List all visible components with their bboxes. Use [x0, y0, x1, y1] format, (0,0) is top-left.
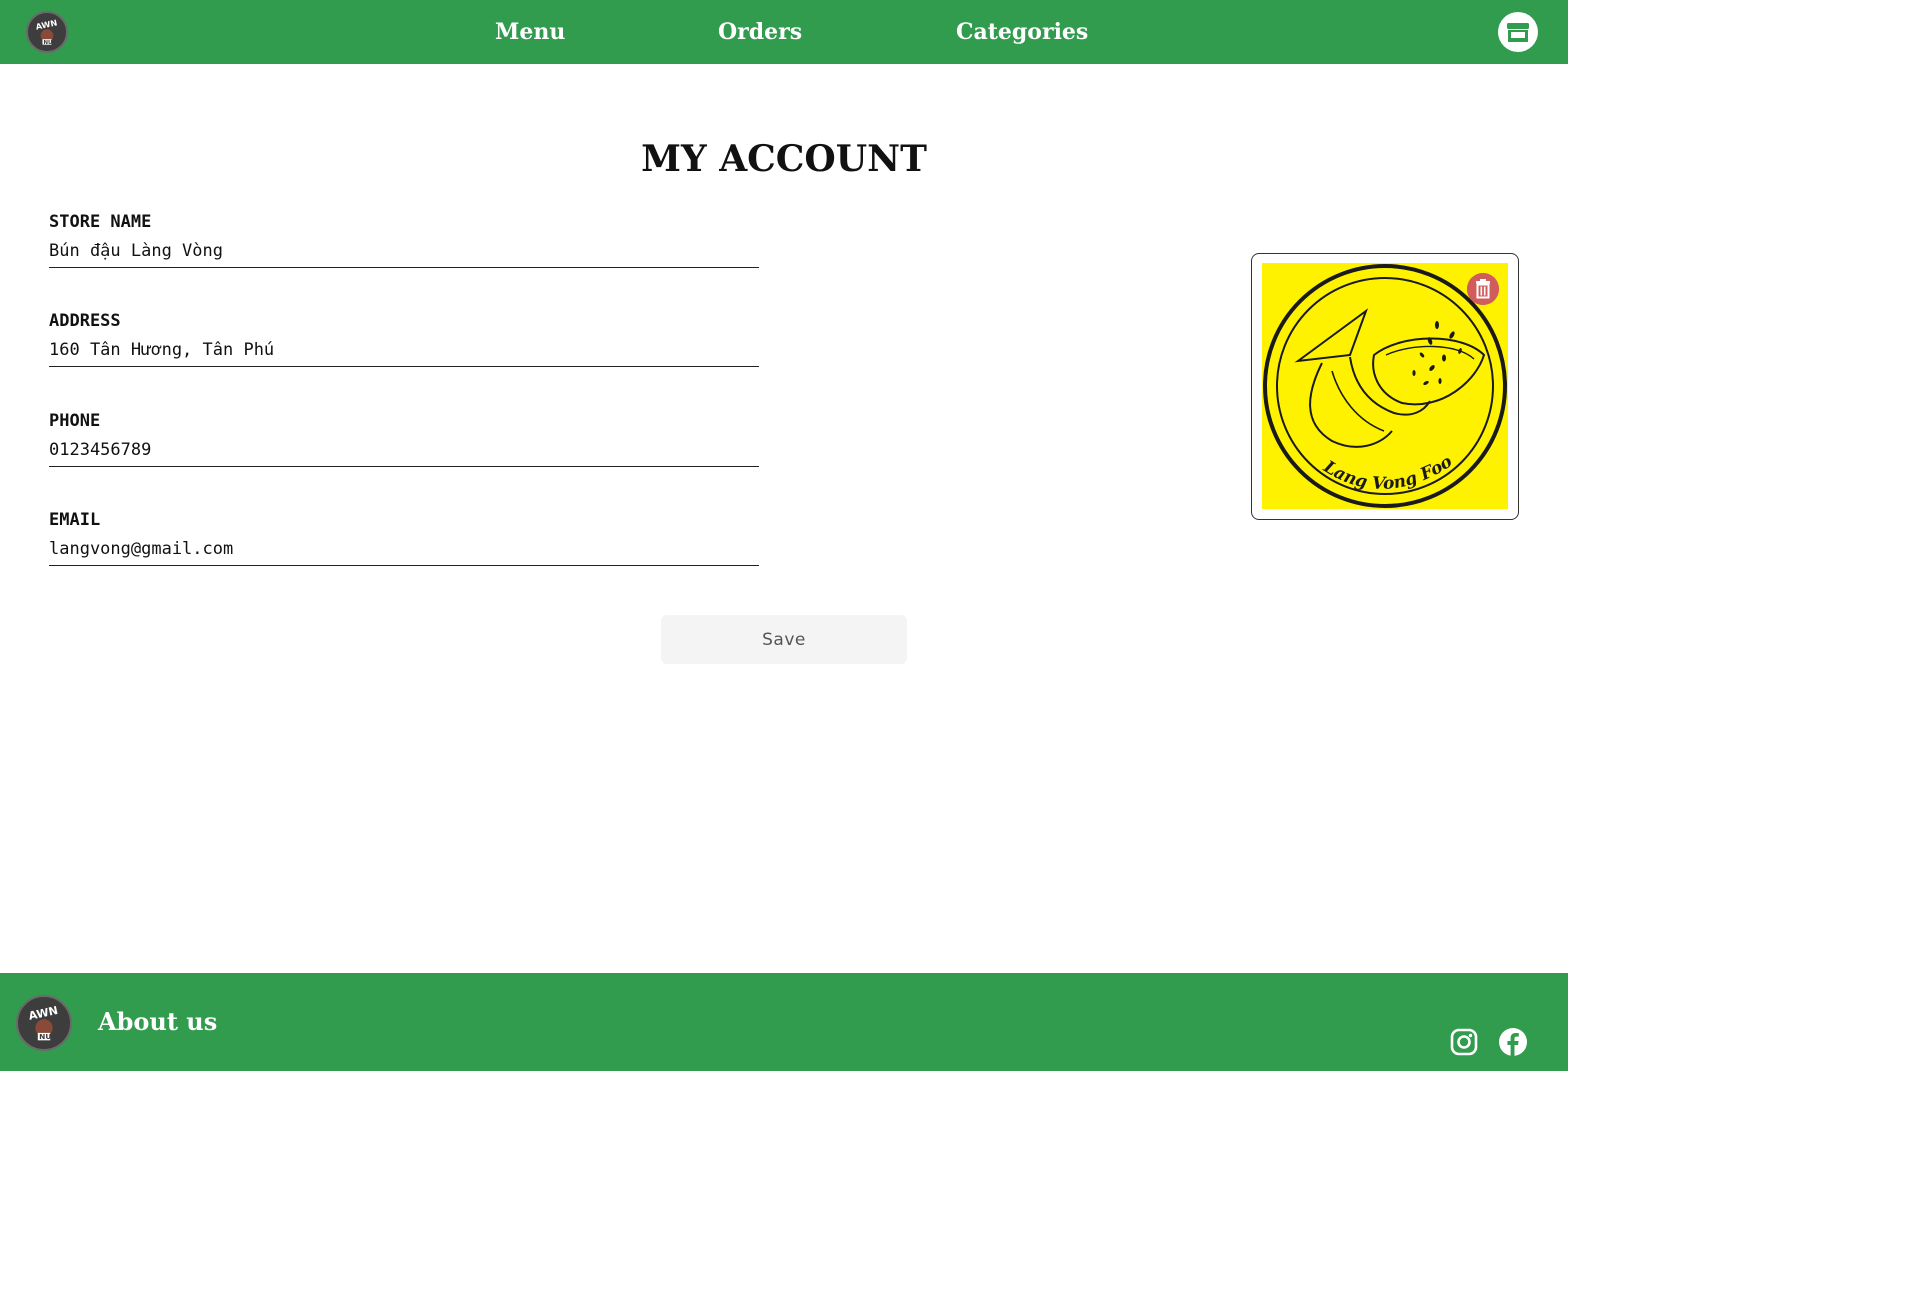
email-field: EMAIL — [49, 509, 759, 566]
store-image-card: Lang Vong Food — [1251, 253, 1519, 520]
phone-field: PHONE — [49, 410, 759, 467]
trash-icon[interactable] — [1467, 273, 1499, 305]
address-label: ADDRESS — [49, 311, 121, 331]
store-name-label: STORE NAME — [49, 212, 152, 232]
facebook-icon[interactable] — [1499, 1028, 1527, 1056]
top-navigation-bar: AWN NU Menu Orders Categories — [0, 0, 1568, 64]
awn-logo-icon[interactable]: AWN NU — [16, 995, 72, 1051]
email-label: EMAIL — [49, 510, 101, 530]
awn-logo-icon[interactable]: AWN NU — [26, 11, 68, 53]
address-input[interactable] — [49, 338, 759, 367]
footer: AWN NU About us — [0, 973, 1568, 1071]
phone-label: PHONE — [49, 411, 101, 431]
storefront-icon[interactable] — [1498, 12, 1538, 52]
store-name-field: STORE NAME — [49, 211, 759, 268]
page-title: MY ACCOUNT — [641, 138, 927, 180]
svg-text:NU: NU — [39, 1032, 51, 1041]
svg-text:NU: NU — [43, 40, 52, 46]
phone-input[interactable] — [49, 438, 759, 467]
about-us-link[interactable]: About us — [98, 1005, 217, 1039]
store-name-input[interactable] — [49, 239, 759, 268]
nav-menu-link[interactable]: Menu — [495, 15, 565, 49]
address-field: ADDRESS — [49, 310, 759, 367]
save-button[interactable]: Save — [661, 615, 907, 664]
nav-orders-link[interactable]: Orders — [718, 15, 802, 49]
instagram-icon[interactable] — [1450, 1028, 1478, 1056]
email-input[interactable] — [49, 537, 759, 566]
nav-categories-link[interactable]: Categories — [956, 15, 1088, 49]
